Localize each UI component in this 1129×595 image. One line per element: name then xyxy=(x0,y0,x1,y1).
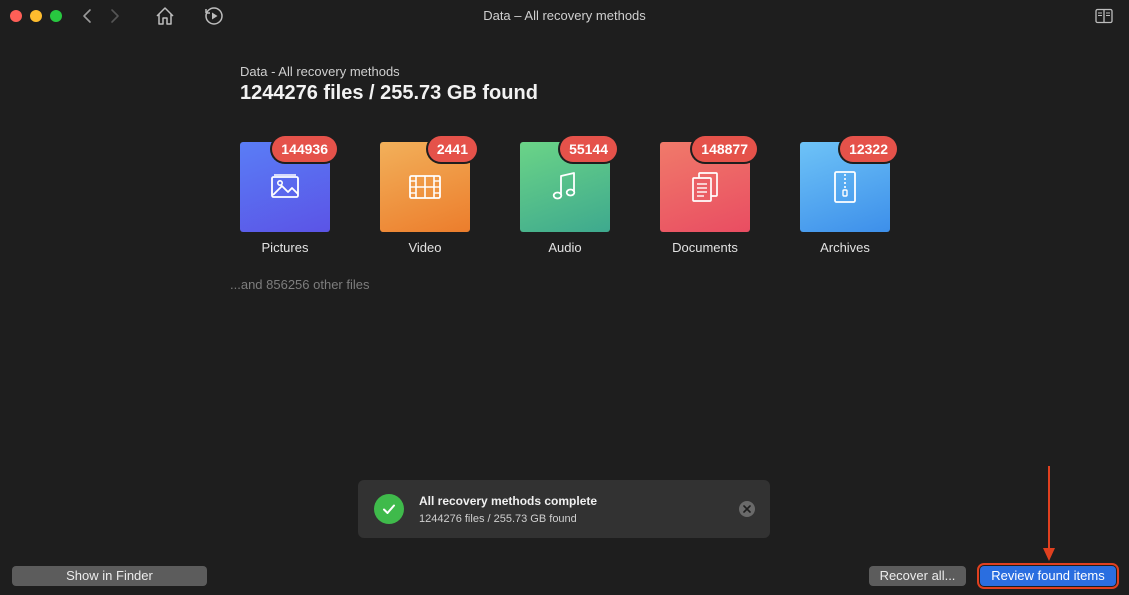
count-badge: 55144 xyxy=(560,136,617,162)
category-pictures[interactable]: 144936 Pictures xyxy=(240,136,337,262)
review-found-items-button[interactable]: Review found items xyxy=(977,563,1119,589)
category-label: Audio xyxy=(548,240,582,255)
notification-title: All recovery methods complete xyxy=(419,494,598,508)
count-badge: 12322 xyxy=(840,136,897,162)
other-files-label: ...and 856256 other files xyxy=(230,277,370,292)
category-archives[interactable]: 12322 Archives xyxy=(800,136,897,262)
completion-notification: All recovery methods complete 1244276 fi… xyxy=(358,480,770,538)
category-label: Archives xyxy=(820,240,870,255)
close-notification-button[interactable] xyxy=(739,501,755,517)
found-summary-heading: 1244276 files / 255.73 GB found xyxy=(240,82,538,104)
sidebar-toggle-button[interactable] xyxy=(1095,8,1113,24)
count-badge: 148877 xyxy=(692,136,757,162)
category-audio[interactable]: 55144 Audio xyxy=(520,136,617,262)
window-title: Data – All recovery methods xyxy=(483,8,646,23)
category-label: Pictures xyxy=(261,240,309,255)
show-in-finder-button[interactable]: Show in Finder xyxy=(12,566,207,586)
count-badge: 144936 xyxy=(272,136,337,162)
category-label: Video xyxy=(408,240,442,255)
sidebar-icon xyxy=(1095,8,1113,24)
app-window: Data – All recovery methods Data - All r… xyxy=(0,0,1129,595)
archive-zip-icon xyxy=(834,171,856,203)
recover-all-button[interactable]: Recover all... xyxy=(869,566,966,586)
close-icon xyxy=(743,505,751,513)
checkmark-icon xyxy=(374,494,404,524)
category-label: Documents xyxy=(672,240,738,255)
title-bar: Data – All recovery methods xyxy=(0,0,1129,32)
notification-subtitle: 1244276 files / 255.73 GB found xyxy=(419,513,577,525)
film-icon xyxy=(409,175,441,199)
music-note-icon xyxy=(552,172,576,200)
documents-icon xyxy=(692,172,718,202)
scan-source-label: Data - All recovery methods xyxy=(240,64,400,79)
category-video[interactable]: 2441 Video xyxy=(380,136,477,262)
picture-icon xyxy=(271,174,299,198)
category-documents[interactable]: 148877 Documents xyxy=(660,136,757,262)
arrow-down-icon xyxy=(1043,466,1055,561)
count-badge: 2441 xyxy=(427,136,477,162)
